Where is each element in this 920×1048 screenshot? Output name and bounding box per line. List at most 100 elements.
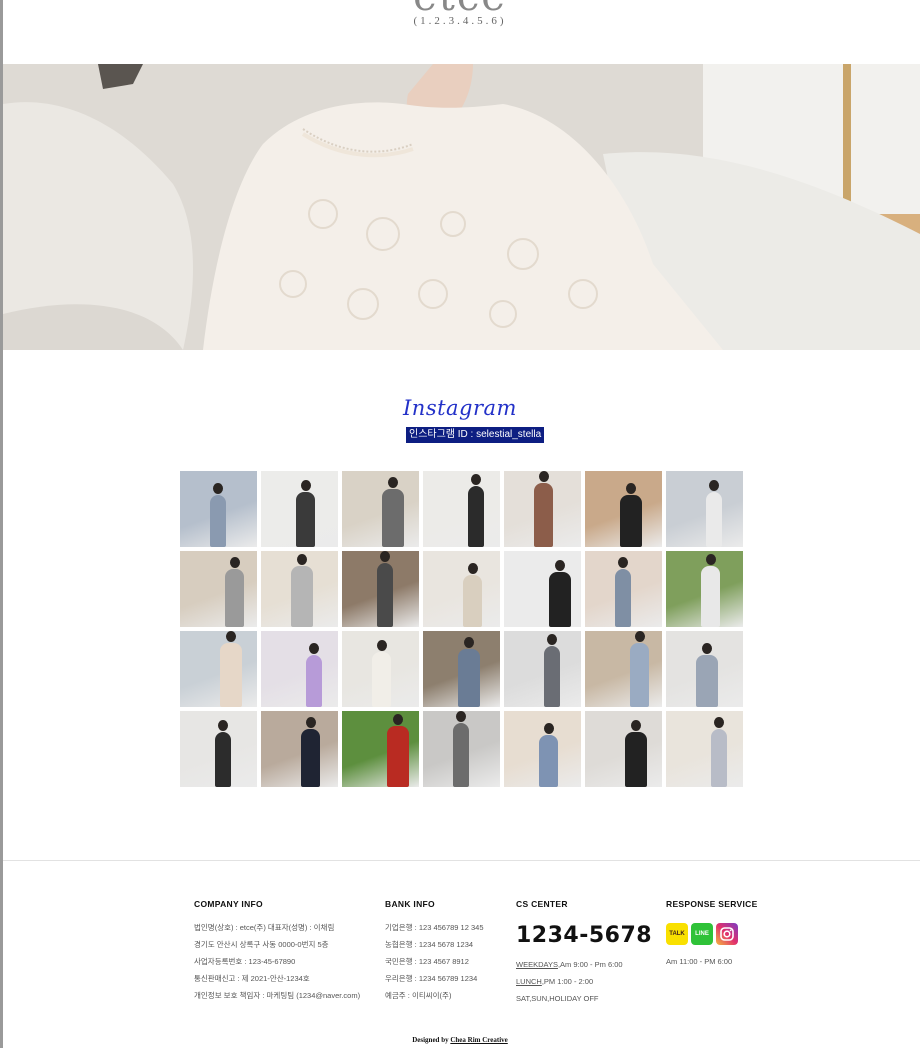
- photo-figure-head: [300, 480, 311, 491]
- lunch-label: LUNCH: [516, 977, 542, 986]
- photo-figure-head: [631, 720, 641, 731]
- instagram-photo[interactable]: [180, 471, 257, 547]
- instagram-glyph: [720, 927, 734, 941]
- photo-figure-head: [393, 714, 403, 725]
- bank-line: 예금주 : 이티씨이(주): [385, 991, 452, 1000]
- photo-figure-head: [229, 557, 240, 568]
- instagram-photo[interactable]: [261, 711, 338, 787]
- photo-figure-head: [376, 640, 387, 651]
- photo-figure: [463, 563, 482, 627]
- photo-figure-head: [218, 720, 228, 731]
- instagram-photo[interactable]: [423, 631, 500, 707]
- instagram-photo[interactable]: [342, 471, 419, 547]
- instagram-photo[interactable]: [585, 551, 662, 627]
- photo-figure-head: [634, 631, 645, 642]
- cs-center-title: CS CENTER: [516, 899, 568, 909]
- photo-figure: [387, 714, 409, 787]
- instagram-photo[interactable]: [666, 631, 743, 707]
- photo-figure-head: [618, 557, 628, 568]
- photo-figure: [630, 631, 649, 707]
- instagram-photo[interactable]: [504, 551, 581, 627]
- designed-prefix: Designed by: [412, 1036, 451, 1044]
- instagram-photo[interactable]: [585, 711, 662, 787]
- kakao-talk-icon[interactable]: TALK: [666, 923, 688, 945]
- instagram-title: Instagram: [403, 396, 517, 420]
- photo-figure: [549, 560, 571, 627]
- photo-figure: [458, 637, 480, 707]
- photo-figure: [711, 717, 727, 787]
- company-line: 법인명(상호) : etce(주) 대표자(성명) : 이채림: [194, 923, 335, 932]
- instagram-photo[interactable]: [666, 471, 743, 547]
- cs-phone-number[interactable]: 1234-5678: [516, 923, 652, 948]
- instagram-photo[interactable]: [504, 711, 581, 787]
- bank-line: 기업은행 : 123 456789 12 345: [385, 923, 484, 932]
- photo-figure: [453, 711, 469, 787]
- photo-figure-head: [464, 637, 474, 648]
- instagram-photo[interactable]: [504, 471, 581, 547]
- instagram-photo[interactable]: [423, 551, 500, 627]
- photo-figure-head: [471, 474, 481, 485]
- photo-figure: [215, 720, 231, 787]
- photo-figure: [696, 643, 718, 707]
- bank-info: BANK INFO 기업은행 : 123 456789 12 345 농협은행 …: [385, 899, 484, 1008]
- instagram-photo[interactable]: [666, 551, 743, 627]
- photo-figure: [306, 643, 322, 707]
- instagram-photo[interactable]: [666, 711, 743, 787]
- photo-figure: [296, 480, 315, 547]
- bank-line: 우리은행 : 1234 56789 1234: [385, 974, 478, 983]
- instagram-photo[interactable]: [180, 711, 257, 787]
- company-info: COMPANY INFO 법인명(상호) : etce(주) 대표자(성명) :…: [194, 899, 360, 1008]
- instagram-photo[interactable]: [261, 471, 338, 547]
- photo-figure-head: [226, 631, 236, 642]
- photo-figure: [706, 480, 722, 547]
- photo-figure-head: [305, 717, 316, 728]
- instagram-photo-grid: [180, 471, 746, 787]
- cs-lunch: LUNCH,PM 1:00 - 2:00: [516, 977, 652, 987]
- photo-figure: [291, 554, 313, 627]
- photo-figure-head: [555, 560, 565, 571]
- instagram-photo[interactable]: [504, 631, 581, 707]
- company-line: 사업자등록번호 : 123-45-67890: [194, 957, 296, 966]
- company-line: 통신판매신고 : 제 2021-안산-1234호: [194, 974, 310, 983]
- cs-weekdays: WEEKDAYS,Am 9:00 - Pm 6:00: [516, 960, 652, 970]
- instagram-photo[interactable]: [342, 631, 419, 707]
- line-icon[interactable]: LINE: [691, 923, 713, 945]
- photo-figure-head: [380, 551, 390, 562]
- instagram-id-badge[interactable]: 인스타그램 ID : selestial_stella: [406, 427, 545, 443]
- instagram-photo[interactable]: [585, 631, 662, 707]
- weekdays-label: WEEKDAYS: [516, 960, 558, 969]
- hero-banner[interactable]: [3, 64, 920, 350]
- bank-line: 국민은행 : 123 4567 8912: [385, 957, 469, 966]
- photo-figure-head: [626, 483, 636, 494]
- response-icons: TALK LINE: [666, 923, 758, 945]
- cs-center: CS CENTER 1234-5678 WEEKDAYS,Am 9:00 - P…: [516, 899, 652, 1011]
- instagram-icon[interactable]: [716, 923, 738, 945]
- cs-off: SAT,SUN,HOLIDAY OFF: [516, 994, 599, 1003]
- instagram-photo[interactable]: [180, 551, 257, 627]
- instagram-photo[interactable]: [423, 711, 500, 787]
- designer-link[interactable]: Chea Rim Creative: [450, 1036, 507, 1044]
- instagram-photo[interactable]: [342, 551, 419, 627]
- photo-figure-head: [467, 563, 478, 574]
- photo-figure: [615, 557, 631, 627]
- photo-figure: [382, 477, 404, 547]
- photo-figure: [701, 554, 720, 627]
- photo-figure: [544, 634, 560, 707]
- instagram-photo[interactable]: [180, 631, 257, 707]
- instagram-photo[interactable]: [342, 711, 419, 787]
- photo-figure: [534, 471, 553, 547]
- company-line: 경기도 안산시 상록구 사동 0000-0번지 5층: [194, 940, 329, 949]
- photo-figure: [301, 717, 320, 787]
- instagram-photo[interactable]: [261, 551, 338, 627]
- photo-figure-head: [213, 483, 223, 494]
- photo-figure: [377, 551, 393, 627]
- photo-figure-head: [714, 717, 724, 728]
- instagram-photo[interactable]: [585, 471, 662, 547]
- photo-figure: [210, 483, 226, 547]
- photo-figure-head: [547, 634, 557, 645]
- photo-figure-head: [709, 480, 719, 491]
- photo-figure-head: [456, 711, 466, 722]
- instagram-photo[interactable]: [423, 471, 500, 547]
- photo-figure-head: [538, 471, 549, 482]
- instagram-photo[interactable]: [261, 631, 338, 707]
